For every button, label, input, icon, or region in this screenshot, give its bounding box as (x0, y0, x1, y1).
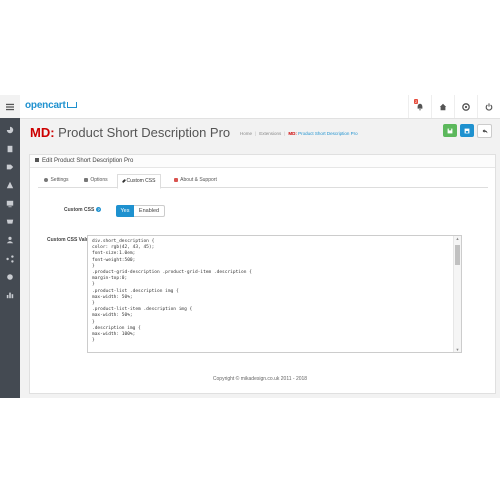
pencil-icon (35, 158, 39, 162)
tab-about-support[interactable]: About & Support (168, 174, 223, 187)
home-icon (439, 103, 447, 110)
power-icon (485, 102, 493, 111)
reply-icon (482, 129, 487, 134)
scroll-down-icon[interactable]: ▼ (455, 347, 460, 352)
custom-css-label: Custom CSS? (64, 207, 102, 213)
toggle-icon (84, 177, 89, 182)
tab-settings[interactable]: Settings (38, 174, 75, 187)
admin-app: opencart 2 MD: Product Short Description… (0, 95, 500, 398)
breadcrumb-current[interactable]: MD: Product Short Description Pro (288, 131, 357, 136)
breadcrumb-extensions[interactable]: Extensions (259, 131, 281, 136)
sales-icon[interactable] (0, 215, 20, 228)
logout-button[interactable] (477, 95, 500, 118)
page-title: MD: Product Short Description Pro (30, 125, 231, 140)
save-button[interactable] (443, 124, 457, 137)
help-button[interactable] (454, 95, 477, 118)
breadcrumb-home[interactable]: Home (240, 131, 252, 136)
system-icon[interactable] (0, 270, 20, 283)
design-icon[interactable] (0, 178, 20, 191)
custom-css-toggle[interactable]: Yes Enabled (116, 205, 165, 217)
help-icon: ? (96, 207, 102, 213)
logo-text: opencart (25, 100, 66, 111)
menu-icon (0, 100, 20, 113)
scroll-thumb[interactable] (455, 245, 460, 265)
back-button[interactable] (477, 124, 492, 138)
sidebar-toggle[interactable] (0, 95, 20, 118)
toggle-state[interactable]: Enabled (134, 205, 165, 217)
footer-copyright: Copyright © mikadesign.co.uk 2011 - 2018 (212, 376, 308, 382)
tab-custom-css[interactable]: Custom CSS (117, 174, 161, 189)
cart-icon (66, 102, 77, 109)
breadcrumb: Home | Extensions | MD: Product Short Descri… (240, 131, 358, 136)
customers-icon[interactable] (0, 233, 20, 246)
store-home-button[interactable] (431, 95, 454, 118)
plus-square-icon (174, 177, 179, 182)
custom-css-textarea[interactable]: div.short_description {color: rgb(42, 43… (87, 235, 462, 353)
notifications-button[interactable]: 2 (408, 95, 431, 118)
toggle-yes[interactable]: Yes (116, 205, 134, 217)
css-code: div.short_description {color: rgb(42, 43… (92, 239, 252, 344)
top-header: opencart 2 (20, 95, 500, 119)
sidebar (0, 95, 20, 398)
catalog-icon[interactable] (0, 142, 20, 155)
gear-icon (44, 177, 49, 182)
code-line: } (92, 338, 95, 344)
tab-bar: Settings Options Custom CSS About & Supp… (38, 174, 488, 189)
scroll-up-icon[interactable]: ▲ (455, 236, 460, 241)
notification-badge: 2 (414, 99, 419, 104)
dashboard-icon[interactable] (0, 123, 20, 136)
save-icon (447, 128, 453, 133)
panel-heading: Edit Product Short Description Pro (30, 155, 495, 168)
monitor-icon[interactable] (0, 197, 20, 210)
marketing-icon[interactable] (0, 252, 20, 265)
extensions-icon[interactable] (0, 160, 20, 173)
textarea-scrollbar[interactable]: ▲ ▼ (453, 236, 461, 352)
life-ring-icon (462, 102, 470, 111)
reports-icon[interactable] (0, 288, 20, 301)
pencil-icon (121, 178, 126, 183)
tab-options[interactable]: Options (76, 174, 116, 187)
save-and-stay-button[interactable] (460, 124, 474, 137)
opencart-logo[interactable]: opencart (25, 100, 77, 111)
save-stay-icon (464, 128, 470, 133)
